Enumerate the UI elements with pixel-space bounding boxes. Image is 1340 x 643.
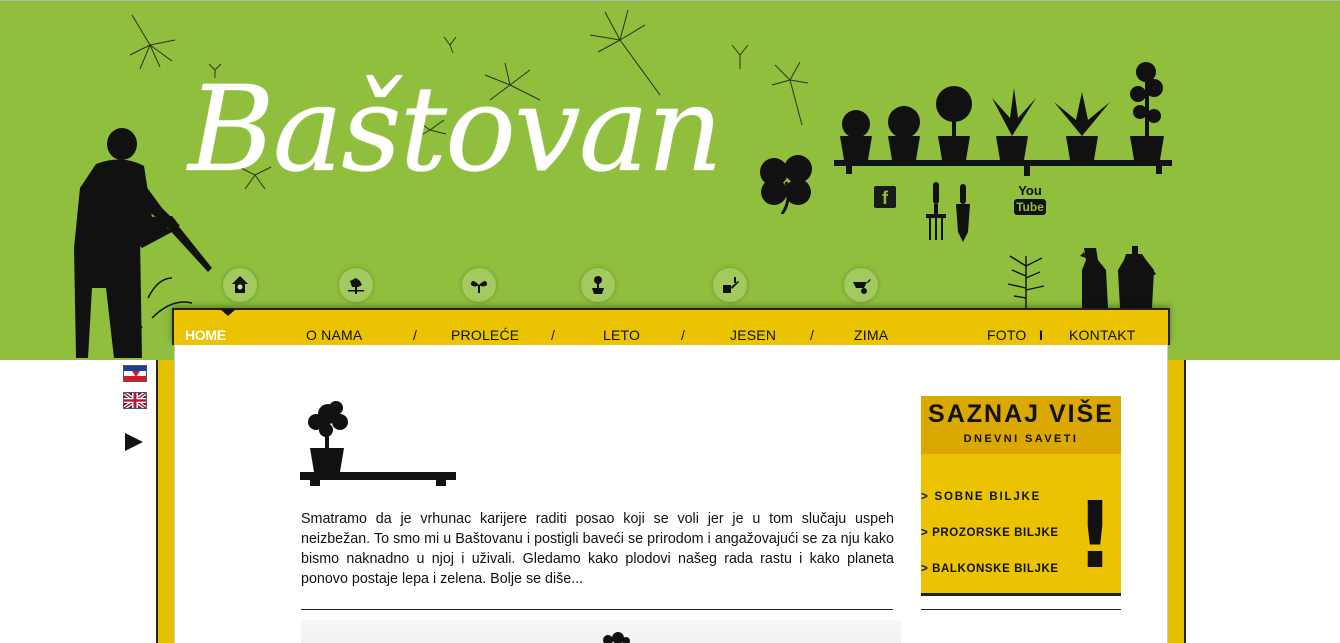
nav-kontakt[interactable]: KONTAKT: [1069, 327, 1135, 343]
youtube-icon[interactable]: You Tube: [1014, 184, 1046, 215]
nav-home[interactable]: HOME: [185, 327, 226, 343]
sidebar-bottom-border: [921, 593, 1121, 596]
birdhouse-icon[interactable]: [223, 268, 257, 302]
exclamation-icon: !: [1076, 482, 1114, 589]
nav-separator: /: [551, 327, 555, 343]
bonsai-shelf-image: [300, 401, 456, 486]
clover-icon: [760, 155, 812, 214]
site-logo[interactable]: Baštovan: [188, 70, 723, 188]
daily-tips-subtitle: DNEVNI SAVETI: [963, 433, 1079, 445]
intro-paragraph: Smatramo da je vrhunac karijere raditi p…: [301, 511, 894, 587]
link-sobne-biljke[interactable]: > SOBNE BILJKE: [921, 491, 1041, 503]
nav-separator: /: [413, 327, 417, 343]
potted-flower-icon[interactable]: [581, 268, 615, 302]
saznaj-vise-header: SAZNAJ VIŠE DNEVNI SAVETI: [921, 396, 1121, 454]
link-prozorske-biljke[interactable]: > PROZORSKE BILJKE: [921, 527, 1059, 539]
wheelbarrow-icon[interactable]: [844, 268, 878, 302]
spray-bottles-decoration: [1007, 246, 1156, 308]
nav-leto[interactable]: LETO: [603, 327, 640, 343]
saznaj-vise-title: SAZNAJ VIŠE: [928, 400, 1114, 428]
uk-flag-icon[interactable]: [123, 392, 147, 409]
youtube-icon-top: You: [1018, 183, 1042, 198]
serbian-flag-icon[interactable]: [123, 365, 147, 382]
active-pointer-icon: [220, 309, 236, 316]
nav-jesen[interactable]: JESEN: [730, 327, 776, 343]
nav-separator: /: [810, 327, 814, 343]
rooster-weathervane-icon[interactable]: [339, 268, 373, 302]
nav-zima[interactable]: ZIMA: [854, 327, 888, 343]
main-navbar: HOME O NAMA / PROLEĆE / LETO / JESEN / Z…: [172, 308, 1170, 345]
youtube-icon-bottom: Tube: [1014, 199, 1046, 215]
nav-separator-right: I: [1039, 327, 1043, 343]
facebook-icon[interactable]: f: [874, 186, 896, 208]
sidebar-divider: [921, 609, 1121, 610]
nav-foto[interactable]: FOTO: [987, 327, 1026, 343]
content-divider: [301, 609, 893, 610]
plant-shelf-decoration: [834, 62, 1172, 176]
nav-o-nama[interactable]: O NAMA: [306, 327, 362, 343]
watering-tools-icon[interactable]: [713, 268, 747, 302]
link-balkonske-biljke[interactable]: > BALKONSKE BILJKE: [921, 563, 1059, 575]
site-header: Baštovan f You Tube: [0, 0, 1340, 360]
nav-prolece[interactable]: PROLEĆE: [451, 327, 519, 343]
play-music-icon[interactable]: [125, 433, 143, 451]
sprout-icon[interactable]: [462, 268, 496, 302]
nav-separator: /: [681, 327, 685, 343]
garden-tools-icon: [926, 182, 970, 242]
plant-icon: [603, 632, 630, 643]
